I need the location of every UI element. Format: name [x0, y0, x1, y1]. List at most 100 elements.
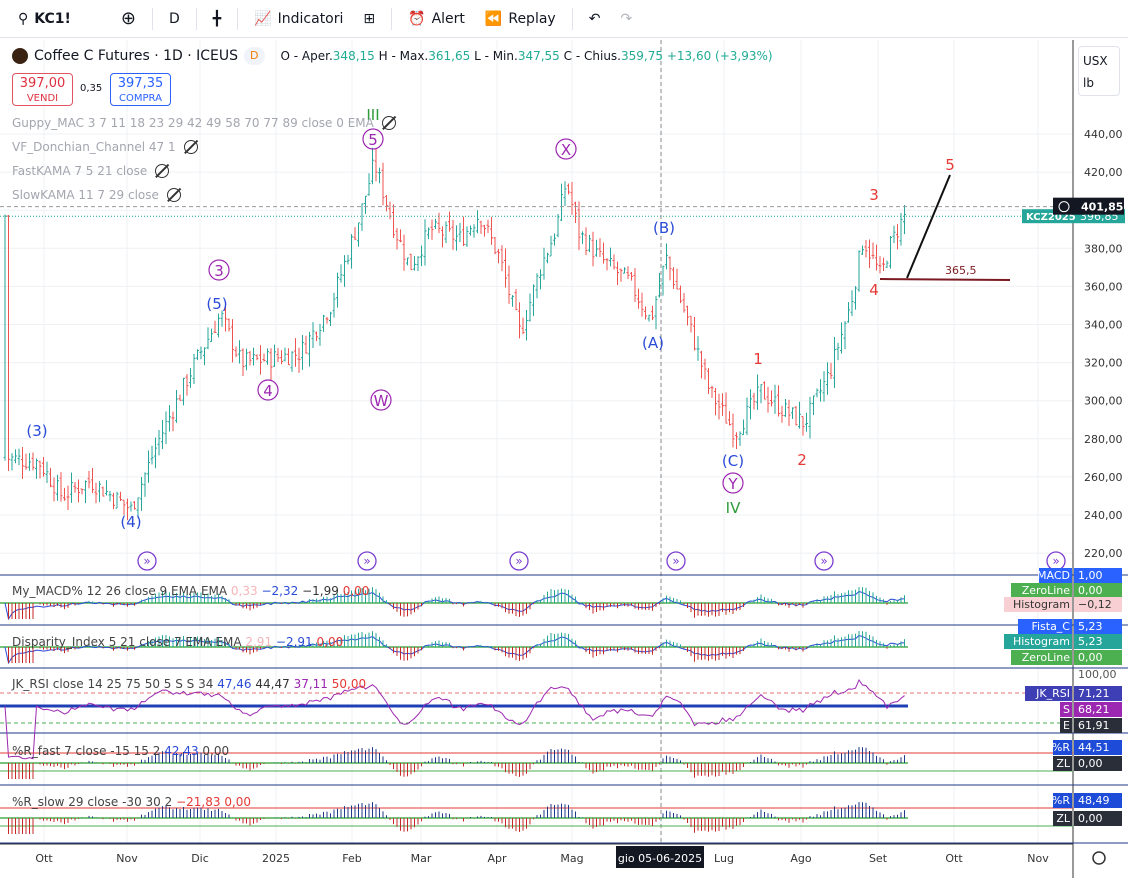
- toolbar-divider: [391, 7, 393, 30]
- ohlc-bar: [297, 347, 301, 373]
- ohlc-bar: [38, 460, 42, 479]
- rslow-title: %R_slow 29 close -30 30 2: [12, 795, 173, 809]
- symbol-search[interactable]: ⚲ KC1!: [10, 7, 79, 31]
- indicator-name: ZL: [1056, 757, 1071, 770]
- undo-button[interactable]: ↶: [581, 7, 609, 31]
- ohlc-bar: [7, 215, 10, 471]
- interval-button[interactable]: D: [161, 7, 188, 31]
- price-tick-label: 360,00: [1084, 280, 1123, 293]
- buy-label: COMPRA: [119, 93, 162, 104]
- bars-icon: ╋: [212, 10, 222, 27]
- price-tick-label: 220,00: [1084, 547, 1123, 560]
- ohlc-bar: [661, 265, 665, 296]
- macd-value: 0,00: [342, 584, 370, 598]
- hidden-eye-icon[interactable]: [381, 116, 396, 130]
- ohlc-bar: [367, 173, 371, 196]
- indicator-slowkama[interactable]: SlowKAMA 11 7 29 close: [12, 188, 181, 202]
- rsi-value: 44,47: [255, 677, 290, 691]
- indicator-fastkama[interactable]: FastKAMA 7 5 21 close: [12, 164, 170, 178]
- indicator-name: S: [1063, 703, 1070, 716]
- ohlc-bar: [528, 293, 532, 322]
- indicator-value: 0,00: [1078, 812, 1103, 825]
- redo-button[interactable]: ↷: [612, 7, 640, 31]
- ohlc-bar: [773, 384, 777, 414]
- ohlc-bar: [822, 371, 826, 402]
- ohlc-bar: [731, 413, 735, 448]
- ohlc-bar: [693, 316, 696, 351]
- ohlc-bar: [42, 456, 45, 477]
- hidden-eye-icon[interactable]: [183, 140, 198, 154]
- event-arrow-icon: »: [672, 554, 679, 568]
- event-arrow-icon: »: [143, 554, 150, 568]
- indicator-guppy[interactable]: Guppy_MAC 3 7 11 18 23 29 42 49 58 70 77…: [12, 116, 396, 130]
- ohlc-bar: [651, 305, 654, 321]
- replay-button[interactable]: ⏪ Replay: [477, 7, 564, 31]
- time-tick-label: Lug: [714, 852, 734, 865]
- alert-button[interactable]: ⏰ Alert: [400, 7, 473, 31]
- hidden-eye-icon[interactable]: [166, 188, 181, 202]
- price-tick-label: 260,00: [1084, 471, 1123, 484]
- indicators-button[interactable]: 📈 Indicatori: [246, 7, 351, 31]
- trend-line: [906, 174, 951, 279]
- ohlc-bar: [465, 226, 469, 247]
- ohlc-bar: [87, 470, 91, 489]
- sell-button[interactable]: 397,00 VENDI: [12, 73, 73, 106]
- ohlc-bar: [143, 472, 147, 497]
- price-tick-label: 300,00: [1084, 395, 1123, 408]
- ohlc-bar: [602, 242, 605, 264]
- indicator-name: Histogram: [1013, 598, 1070, 611]
- open-value: 348,15: [332, 49, 375, 63]
- grid-icon: ⊞: [363, 10, 376, 27]
- ohlc-bar: [378, 167, 381, 184]
- ohlc-bar: [395, 228, 399, 250]
- ohlc-bar: [325, 316, 329, 324]
- indicator-donchian[interactable]: VF_Donchian_Channel 47 1: [12, 140, 198, 154]
- wave-label: (B): [653, 219, 675, 237]
- toolbar-divider: [571, 7, 573, 30]
- rsi-title: JK_RSI close 14 25 75 50 5 S S 34: [12, 677, 214, 691]
- ohlc-bar: [140, 477, 143, 511]
- buy-button[interactable]: 397,35 COMPRA: [110, 73, 171, 106]
- ohlc-bar: [868, 239, 871, 269]
- unit-value: lb: [1083, 76, 1094, 90]
- layouts-button[interactable]: ⊞: [355, 7, 383, 31]
- ohlc-bar: [441, 226, 444, 248]
- wave-label: Y: [727, 475, 738, 493]
- ohlc-bar: [399, 229, 402, 243]
- ohlc-bar: [896, 224, 899, 250]
- compare-button[interactable]: ⊕: [113, 4, 144, 33]
- ohlc-bar: [462, 216, 465, 246]
- ohlc-bar: [553, 233, 556, 246]
- settings-gear-icon[interactable]: [1092, 851, 1106, 865]
- ohlc-bar: [308, 331, 311, 367]
- ohlc-bar: [808, 396, 812, 439]
- rfast-title: %R_fast 7 close -15 15 2: [12, 744, 161, 758]
- ohlc-bar: [346, 254, 350, 265]
- ohlc-bar: [196, 349, 199, 361]
- ohlc-bar: [213, 320, 217, 334]
- hidden-eye-icon[interactable]: [155, 164, 170, 178]
- event-arrow-icon: »: [820, 554, 827, 568]
- ohlc-bar: [259, 345, 262, 375]
- ohlc-bar: [535, 273, 539, 299]
- crosshair-date: gio 05-06-2025: [618, 852, 702, 865]
- rsi-legend: JK_RSI close 14 25 75 50 5 S S 34 47,46 …: [12, 677, 366, 691]
- indicator-name: %R: [1052, 741, 1070, 754]
- ohlc-bar: [791, 407, 794, 420]
- ohlc-bar: [332, 292, 336, 318]
- currency-select[interactable]: USX lb: [1078, 46, 1120, 96]
- wave-label: 4: [869, 281, 879, 299]
- ohlc-bar: [784, 399, 787, 417]
- wave-label: (3): [26, 422, 47, 440]
- ohlc-bar: [476, 210, 479, 234]
- time-tick-label: Dic: [191, 852, 209, 865]
- ohlc-bar: [647, 314, 651, 322]
- ohlc-bar: [406, 257, 409, 266]
- ohlc-bar: [637, 288, 640, 309]
- price-tick-label: 420,00: [1084, 166, 1123, 179]
- bar-style-button[interactable]: ╋: [205, 7, 229, 31]
- macd-legend: My_MACD% 12 26 close 9 EMA EMA 0,33 −2,3…: [12, 584, 369, 598]
- indicator-value: 5,23: [1078, 620, 1103, 633]
- ohlc-bar: [434, 218, 437, 229]
- ohlc-bar: [329, 311, 332, 326]
